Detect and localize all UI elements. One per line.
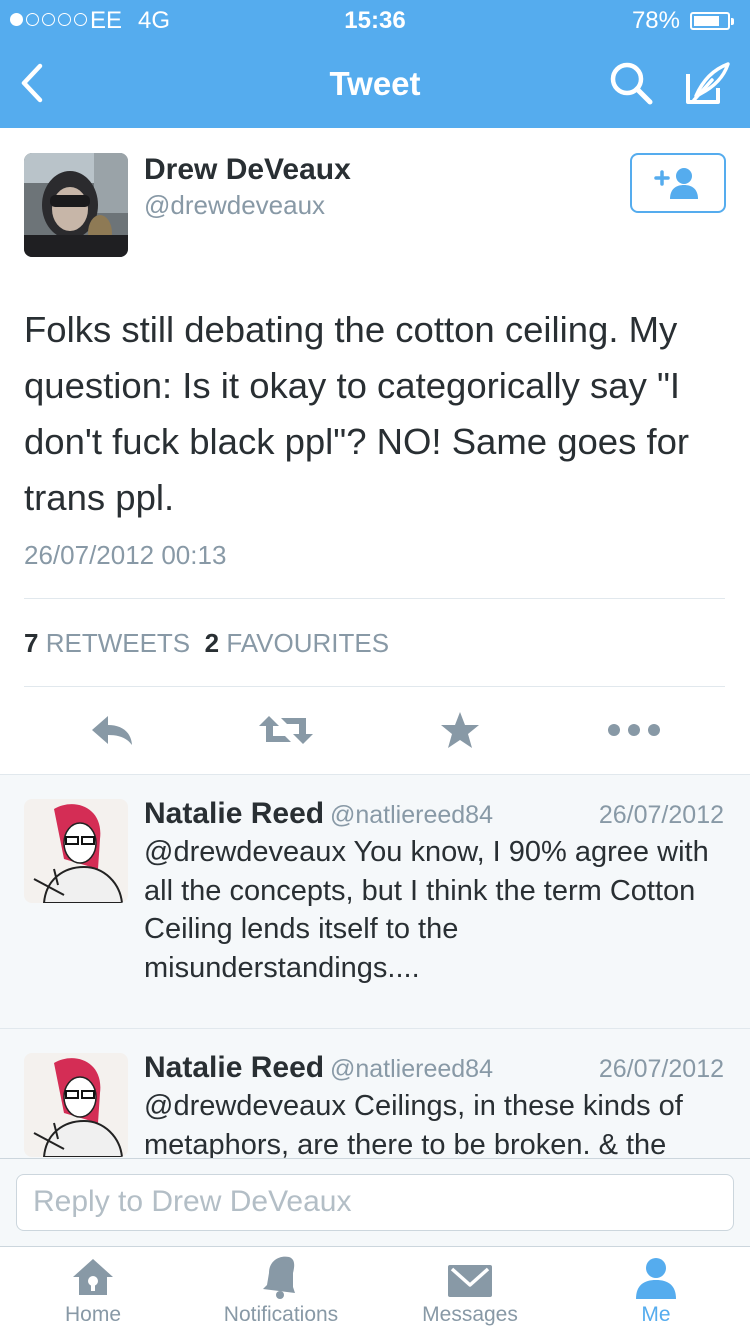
tweet-stats: 7 RETWEETS 2 FAVOURITES — [24, 628, 389, 659]
envelope-icon — [448, 1265, 492, 1297]
tab-label: Home — [64, 1303, 122, 1326]
battery-fill — [694, 16, 719, 26]
reply-date: 26/07/2012 — [598, 801, 724, 829]
reply-author-handle[interactable]: @natliereed84 — [330, 1055, 493, 1084]
reply-button[interactable] — [82, 708, 142, 752]
follow-button[interactable] — [630, 153, 726, 213]
retweets-label: RETWEETS — [45, 628, 191, 658]
header: EE 4G 15:36 78% Tweet — [0, 0, 750, 128]
home-icon — [73, 1259, 113, 1295]
more-icon — [608, 724, 660, 736]
divider — [24, 598, 725, 599]
tweet-text: Folks still debating the cotton ceiling.… — [24, 309, 690, 518]
reply-avatar[interactable] — [24, 799, 128, 903]
divider — [24, 686, 725, 687]
search-icon — [610, 62, 653, 105]
retweet-button[interactable] — [256, 708, 316, 752]
compose-tweet-button[interactable] — [682, 58, 734, 110]
reply-composer: Reply to Drew DeVeaux — [0, 1158, 750, 1246]
tab-home[interactable]: Home — [48, 1247, 138, 1334]
favourites-count: 2 — [204, 628, 220, 658]
battery-percentage: 78% — [631, 7, 680, 34]
nav-bar: Tweet — [0, 40, 750, 128]
search-button[interactable] — [606, 58, 658, 110]
author-avatar[interactable] — [24, 153, 128, 257]
bell-icon — [263, 1256, 295, 1299]
reply-icon — [92, 716, 132, 745]
retweets-stat[interactable]: 7 RETWEETS — [24, 628, 190, 658]
tab-label: Me — [641, 1303, 671, 1326]
battery-icon — [690, 12, 734, 30]
favourite-button[interactable] — [430, 708, 490, 752]
reply-author-name[interactable]: Natalie Reed — [144, 1051, 324, 1085]
reply-date: 26/07/2012 — [598, 1055, 724, 1083]
status-bar: EE 4G 15:36 78% — [0, 0, 750, 40]
more-options-button[interactable] — [604, 708, 664, 752]
tab-me[interactable]: Me — [616, 1247, 696, 1334]
retweet-icon — [259, 716, 313, 744]
tweet-actions — [0, 700, 750, 760]
author-handle[interactable]: @drewdeveaux — [144, 190, 325, 221]
tweet-timestamp: 26/07/2012 00:13 — [24, 540, 227, 570]
tab-label: Messages — [422, 1303, 518, 1326]
replies-list: Natalie Reed @natliereed84 26/07/2012 @d… — [0, 774, 750, 1160]
reply-avatar[interactable] — [24, 1053, 128, 1157]
reply-input[interactable]: Reply to Drew DeVeaux — [16, 1174, 734, 1231]
tab-label: Notifications — [223, 1303, 339, 1326]
favourite-star-icon — [441, 712, 479, 748]
reply-text: @drewdeveaux You know, I 90% agree with … — [144, 836, 709, 984]
favourites-stat[interactable]: 2 FAVOURITES — [205, 628, 389, 658]
reply-author-handle[interactable]: @natliereed84 — [330, 801, 493, 830]
person-icon — [636, 1258, 676, 1299]
author-name[interactable]: Drew DeVeaux — [144, 153, 351, 187]
reply-item[interactable]: Natalie Reed @natliereed84 26/07/2012 @d… — [0, 775, 750, 1029]
tab-bar: Home Notifications Messages Me — [0, 1246, 750, 1334]
tab-notifications[interactable]: Notifications — [206, 1247, 356, 1334]
reply-author-name[interactable]: Natalie Reed — [144, 797, 324, 831]
compose-tweet-icon — [686, 62, 730, 104]
tab-messages[interactable]: Messages — [408, 1247, 532, 1334]
favourites-label: FAVOURITES — [226, 628, 390, 658]
retweets-count: 7 — [24, 628, 39, 658]
reply-text: @drewdeveaux Ceilings, in these kinds of… — [144, 1090, 683, 1160]
reply-item[interactable]: Natalie Reed @natliereed84 26/07/2012 @d… — [0, 1029, 750, 1160]
follow-user-icon — [654, 168, 698, 199]
